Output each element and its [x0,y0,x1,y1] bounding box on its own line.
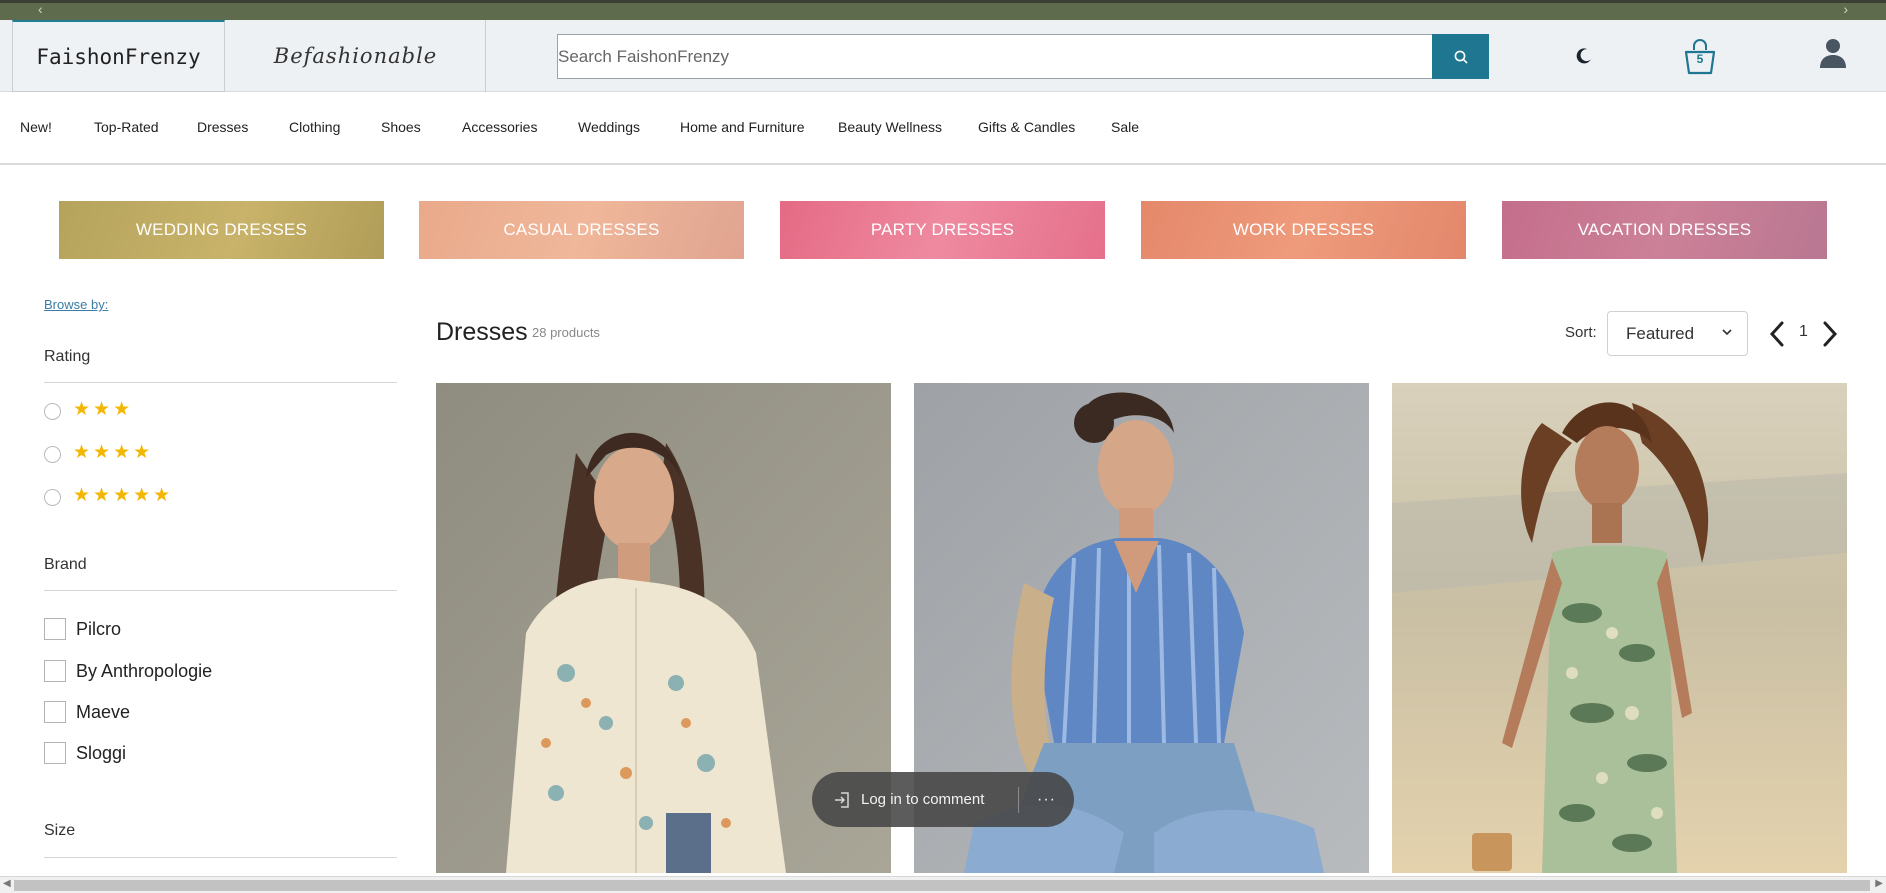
brand-checkbox-maeve[interactable] [44,701,66,723]
category-banner-vacation[interactable]: VACATION DRESSES [1502,201,1827,259]
rating-facet-title: Rating [44,348,91,365]
rating-radio-4[interactable] [44,446,61,463]
sign-in-icon [835,791,849,808]
brand-facet-title: Brand [44,556,87,573]
product-count: 28 products [532,325,600,340]
category-banner-label: CASUAL DRESSES [503,220,660,239]
size-facet-title: Size [44,822,76,839]
more-options-icon[interactable]: ··· [1019,791,1074,809]
scroll-left-icon[interactable]: ◀ [3,878,11,889]
chevron-left-icon [1769,321,1784,347]
brand-tab-faishonfrenzy[interactable]: FaishonFrenzy [12,20,225,92]
brand-checkbox-sloggi[interactable] [44,742,66,764]
nav-item-dresses[interactable]: Dresses [197,119,248,135]
category-banner-label: WORK DRESSES [1232,220,1375,239]
nav-item-beauty-wellness[interactable]: Beauty Wellness [838,119,942,135]
browse-by-link[interactable]: Browse by: [44,297,108,312]
nav-item-clothing[interactable]: Clothing [289,119,340,135]
scroll-right-icon[interactable]: ▶ [1875,878,1883,889]
nav-item-shoes[interactable]: Shoes [381,119,421,135]
brand-checkbox-by-anthropologie[interactable] [44,660,66,682]
category-banner-wedding[interactable]: WEDDING DRESSES [59,201,384,259]
account-button[interactable] [1818,36,1848,70]
divider [44,590,397,591]
chevron-right-icon [1823,321,1838,347]
brand-label: Sloggi [76,743,127,763]
next-page-button[interactable] [1818,318,1842,350]
nav-item-gifts-candles[interactable]: Gifts & Candles [978,119,1075,135]
nav-item-home-and-furniture[interactable]: Home and Furniture [680,119,805,135]
product-card[interactable] [1392,383,1847,873]
category-banner-casual[interactable]: CASUAL DRESSES [419,201,744,259]
dark-mode-toggle[interactable] [1572,44,1596,68]
log-in-to-comment-label: Log in to comment [861,791,985,808]
rating-radio-3[interactable] [44,403,61,420]
category-banner-work[interactable]: WORK DRESSES [1141,201,1466,259]
brand-label: Maeve [76,702,131,722]
site-header: FaishonFrenzy Befashionable 5 [0,20,1886,92]
page-title: Dresses [436,318,528,346]
nav-item-accessories[interactable]: Accessories [462,119,537,135]
nav-item-new[interactable]: New! [20,119,52,135]
category-banner-party[interactable]: PARTY DRESSES [780,201,1105,259]
product-image-model-floral-dress-beach [1392,383,1847,873]
cart-count-badge: 5 [1696,52,1704,66]
rating-stars-3: ★★★ [73,399,134,420]
scrollbar-thumb[interactable] [14,880,1870,891]
rating-radio-5[interactable] [44,489,61,506]
search-icon [1454,50,1467,63]
search-input[interactable] [557,34,1432,79]
moon-icon [1576,48,1591,64]
brand-tab-label: FaishonFrenzy [36,44,201,69]
page-number: 1 [1799,323,1808,340]
sort-select[interactable]: Featured [1607,311,1748,356]
chevron-right-icon[interactable]: › [1843,1,1848,17]
prev-page-button[interactable] [1765,318,1789,350]
brand-label: By Anthropologie [76,661,213,681]
brand-checkbox-pilcro[interactable] [44,618,66,640]
main-nav: New! Top-Rated Dresses Clothing Shoes Ac… [0,92,1886,165]
rating-stars-5: ★★★★★ [73,485,174,506]
nav-item-sale[interactable]: Sale [1111,119,1139,135]
search-button[interactable] [1432,34,1489,79]
comment-toolbar: Log in to comment ··· [812,772,1074,827]
brand-label: Pilcro [76,619,122,639]
chevron-left-icon[interactable]: ‹ [38,1,43,17]
nav-item-top-rated[interactable]: Top-Rated [94,119,159,135]
log-in-to-comment-button[interactable]: Log in to comment [812,790,1018,810]
rating-stars-4: ★★★★ [73,442,154,463]
divider [44,382,397,383]
category-banner-label: VACATION DRESSES [1577,220,1752,239]
category-banner-label: PARTY DRESSES [870,220,1015,239]
horizontal-scrollbar[interactable]: ◀ ▶ [0,876,1886,893]
chevron-down-icon [1722,329,1732,336]
cart-button[interactable]: 5 [1678,34,1722,78]
divider [44,857,397,858]
top-strip: ‹ › [0,0,1886,20]
sort-value: Featured [1626,323,1695,343]
search-bar [557,34,1489,79]
brand-tab-befashionable[interactable]: Befashionable [226,20,486,92]
category-banner-label: WEDDING DRESSES [135,220,308,239]
nav-item-weddings[interactable]: Weddings [578,119,640,135]
sort-label: Sort: [1565,324,1597,341]
brand-tab-label: Befashionable [273,44,438,68]
user-icon [1820,39,1846,68]
